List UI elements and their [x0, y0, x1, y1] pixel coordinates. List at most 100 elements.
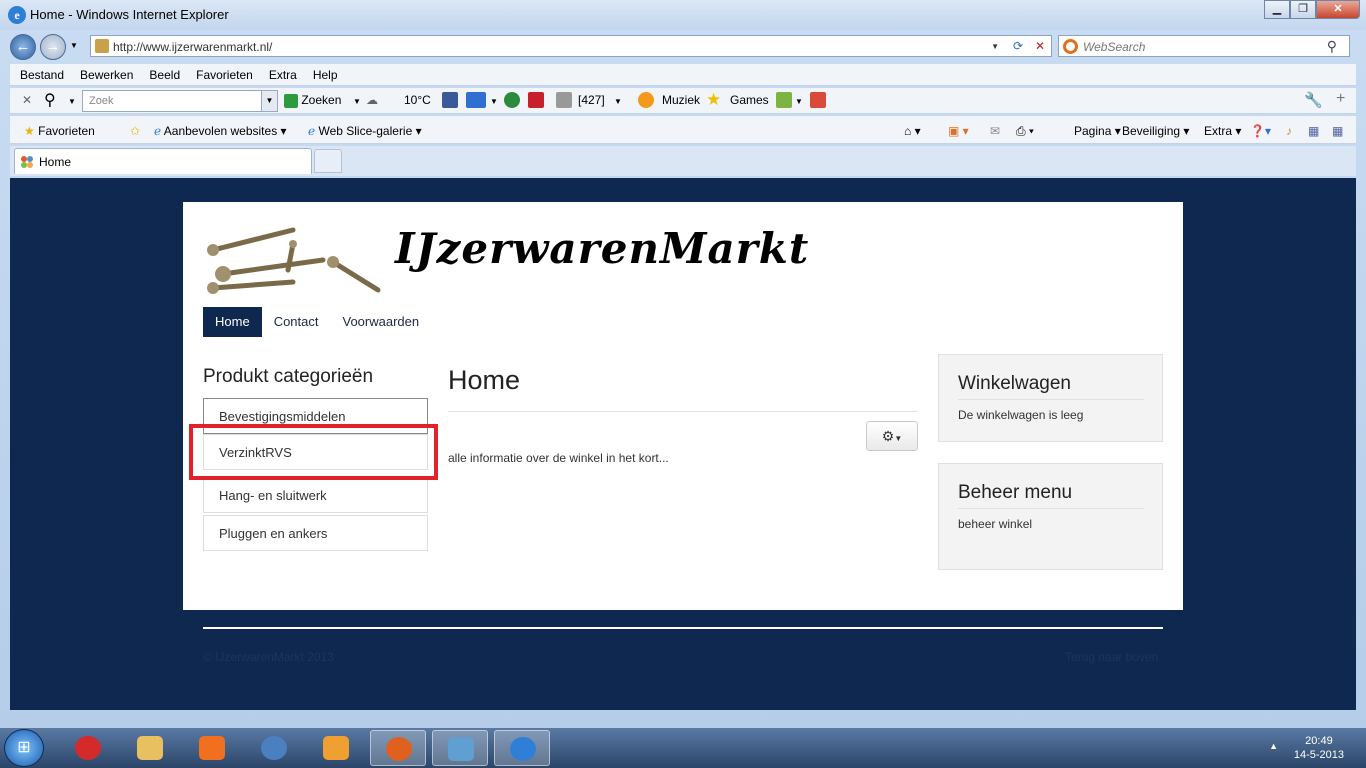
menu-bewerken[interactable]: Bewerken: [70, 64, 139, 82]
rss-icon[interactable]: ▣ ▾: [948, 124, 969, 138]
intro-text: alle informatie over de winkel in het ko…: [448, 451, 669, 465]
favorites-bar: ★ Favorieten ✩ ℯ Aanbevolen websites ▾ ℯ…: [10, 116, 1356, 144]
back-button[interactable]: ←: [10, 34, 36, 60]
restore-button[interactable]: ❐: [1290, 0, 1316, 19]
mail-icon[interactable]: [466, 92, 486, 108]
aanbevolen-label: Aanbevolen websites: [163, 124, 278, 138]
play-vids-icon[interactable]: [528, 92, 544, 108]
extra-label: Extra: [1204, 124, 1233, 138]
stop-icon[interactable]: ✕: [1035, 39, 1045, 53]
window-title: Home - Windows Internet Explorer: [30, 7, 229, 22]
task-xampp[interactable]: [184, 730, 240, 766]
red-highlight-box: [189, 424, 438, 480]
recycle-dropdown-icon[interactable]: ▼: [795, 97, 803, 106]
zoeken-dropdown-icon[interactable]: ▼: [353, 97, 361, 106]
back-to-top-link[interactable]: Terug naar boven: [1065, 650, 1158, 664]
menu-favorieten[interactable]: Favorieten: [186, 64, 259, 82]
article-options-button[interactable]: ⚙▼: [866, 421, 918, 451]
admin-module: Beheer menu beheer winkel: [938, 463, 1163, 570]
websearch-icon: [1063, 39, 1078, 54]
task-media-player[interactable]: [308, 730, 364, 766]
toolbar-search-icon[interactable]: ⚲: [44, 90, 56, 110]
clock[interactable]: 20:49 14-5-2013: [1294, 734, 1344, 762]
task-outlook[interactable]: [246, 730, 302, 766]
zoeken-button[interactable]: Zoeken: [284, 93, 341, 108]
history-dropdown-icon[interactable]: ▼: [70, 41, 78, 50]
zoeken-label: Zoeken: [301, 93, 342, 107]
toolbar-input-dropdown-icon[interactable]: ▼: [261, 91, 277, 111]
music-icon[interactable]: [638, 92, 654, 108]
utorrent-icon[interactable]: [504, 92, 520, 108]
research-icon[interactable]: ♪: [1286, 124, 1292, 138]
start-button[interactable]: ⊞: [4, 729, 44, 767]
count-dropdown-icon[interactable]: ▼: [614, 97, 622, 106]
recycle-icon[interactable]: [776, 92, 792, 108]
search-icon[interactable]: ⚲: [1327, 38, 1337, 55]
site-container: IJzerwarenMarkt Home Contact Voorwaarden…: [183, 202, 1183, 610]
home-icon[interactable]: ⌂ ▾: [904, 124, 921, 138]
muziek-button[interactable]: Muziek: [662, 93, 700, 107]
games-button[interactable]: Games: [730, 93, 769, 107]
toolbar-close-icon[interactable]: ✕: [22, 93, 32, 107]
address-bar[interactable]: http://www.ijzerwarenmarkt.nl/ ▼ ⟳ ✕: [90, 35, 1052, 57]
add-favorite-icon[interactable]: ✩: [130, 124, 140, 138]
menu-help[interactable]: Help: [303, 64, 344, 82]
tab-home[interactable]: Home: [14, 148, 312, 174]
beveiliging-menu[interactable]: Beveiliging ▾: [1122, 124, 1189, 138]
messenger-icon[interactable]: ▦: [1308, 124, 1319, 138]
wrench-icon[interactable]: 🔧: [1304, 91, 1323, 109]
menu-beeld[interactable]: Beeld: [139, 64, 186, 82]
forward-button[interactable]: →: [40, 34, 66, 60]
add-toolbar-icon[interactable]: +: [1336, 90, 1345, 108]
close-button[interactable]: ✕: [1316, 0, 1360, 19]
search-box[interactable]: WebSearch ⚲: [1058, 35, 1350, 57]
webslice-button[interactable]: ℯ Web Slice-galerie ▾: [308, 124, 422, 138]
games-star-icon[interactable]: ★: [706, 90, 721, 110]
menu-bar: Bestand Bewerken Beeld Favorieten Extra Help: [10, 64, 1356, 86]
toolbar-search-input[interactable]: Zoek ▼: [82, 90, 278, 112]
admin-link[interactable]: beheer winkel: [958, 517, 1032, 531]
category-pluggen-en-ankers[interactable]: Pluggen en ankers: [203, 515, 428, 551]
categories-heading: Produkt categorieën: [203, 366, 374, 387]
nav-contact[interactable]: Contact: [262, 307, 331, 337]
help-icon[interactable]: ❓▾: [1250, 124, 1271, 138]
facebook-icon[interactable]: [442, 92, 458, 108]
trend-micro-icon: [75, 736, 101, 760]
site-brand[interactable]: IJzerwarenMarkt: [395, 224, 809, 273]
blog-icon[interactable]: ▦: [1332, 124, 1343, 138]
title-bar: e Home - Windows Internet Explorer ▁ ❐ ✕: [0, 0, 1366, 30]
category-hang-en-sluitwerk[interactable]: Hang- en sluitwerk: [203, 477, 428, 513]
mail-dropdown-icon[interactable]: ▼: [490, 97, 498, 106]
minimize-button[interactable]: ▁: [1264, 0, 1290, 19]
address-row: ← → ▼ http://www.ijzerwarenmarkt.nl/ ▼ ⟳…: [0, 32, 1366, 62]
screws-logo-image[interactable]: [203, 222, 383, 294]
search-toolbar: ✕ ⚲ ▼ Zoek ▼ Zoeken ▼ ☁ 10°C ▼ [427] ▼ M…: [10, 88, 1356, 114]
task-explorer[interactable]: [122, 730, 178, 766]
task-messenger[interactable]: [432, 730, 488, 766]
address-dropdown-icon[interactable]: ▼: [991, 42, 999, 51]
favorieten-button[interactable]: ★ Favorieten: [24, 124, 95, 138]
weather-temp[interactable]: 10°C: [404, 93, 431, 107]
favorieten-label: Favorieten: [38, 124, 95, 138]
aanbevolen-button[interactable]: ℯ Aanbevolen websites ▾: [154, 124, 287, 138]
toolbar-search-dropdown-icon[interactable]: ▼: [68, 97, 76, 106]
menu-bestand[interactable]: Bestand: [10, 64, 70, 82]
gadget-icon[interactable]: [556, 92, 572, 108]
nav-voorwaarden[interactable]: Voorwaarden: [331, 307, 432, 337]
new-tab-button[interactable]: [314, 149, 342, 173]
task-firefox[interactable]: [370, 730, 426, 766]
tray-expand-icon[interactable]: ▲: [1269, 741, 1278, 751]
print-icon[interactable]: ⎙ ▾: [1016, 124, 1034, 139]
pagina-menu[interactable]: Pagina ▾: [1074, 124, 1121, 138]
gift-icon[interactable]: [810, 92, 826, 108]
read-mail-icon[interactable]: ✉: [990, 124, 1000, 138]
notification-count[interactable]: [427]: [578, 93, 605, 107]
task-internet-explorer[interactable]: [494, 730, 550, 766]
menu-extra[interactable]: Extra: [259, 64, 303, 82]
extra-menu[interactable]: Extra ▾: [1204, 124, 1241, 138]
xampp-icon: [199, 736, 225, 760]
nav-home[interactable]: Home: [203, 307, 262, 337]
weather-icon[interactable]: ☁: [366, 93, 378, 107]
task-trend-micro[interactable]: [60, 730, 116, 766]
refresh-icon[interactable]: ⟳: [1013, 39, 1023, 53]
